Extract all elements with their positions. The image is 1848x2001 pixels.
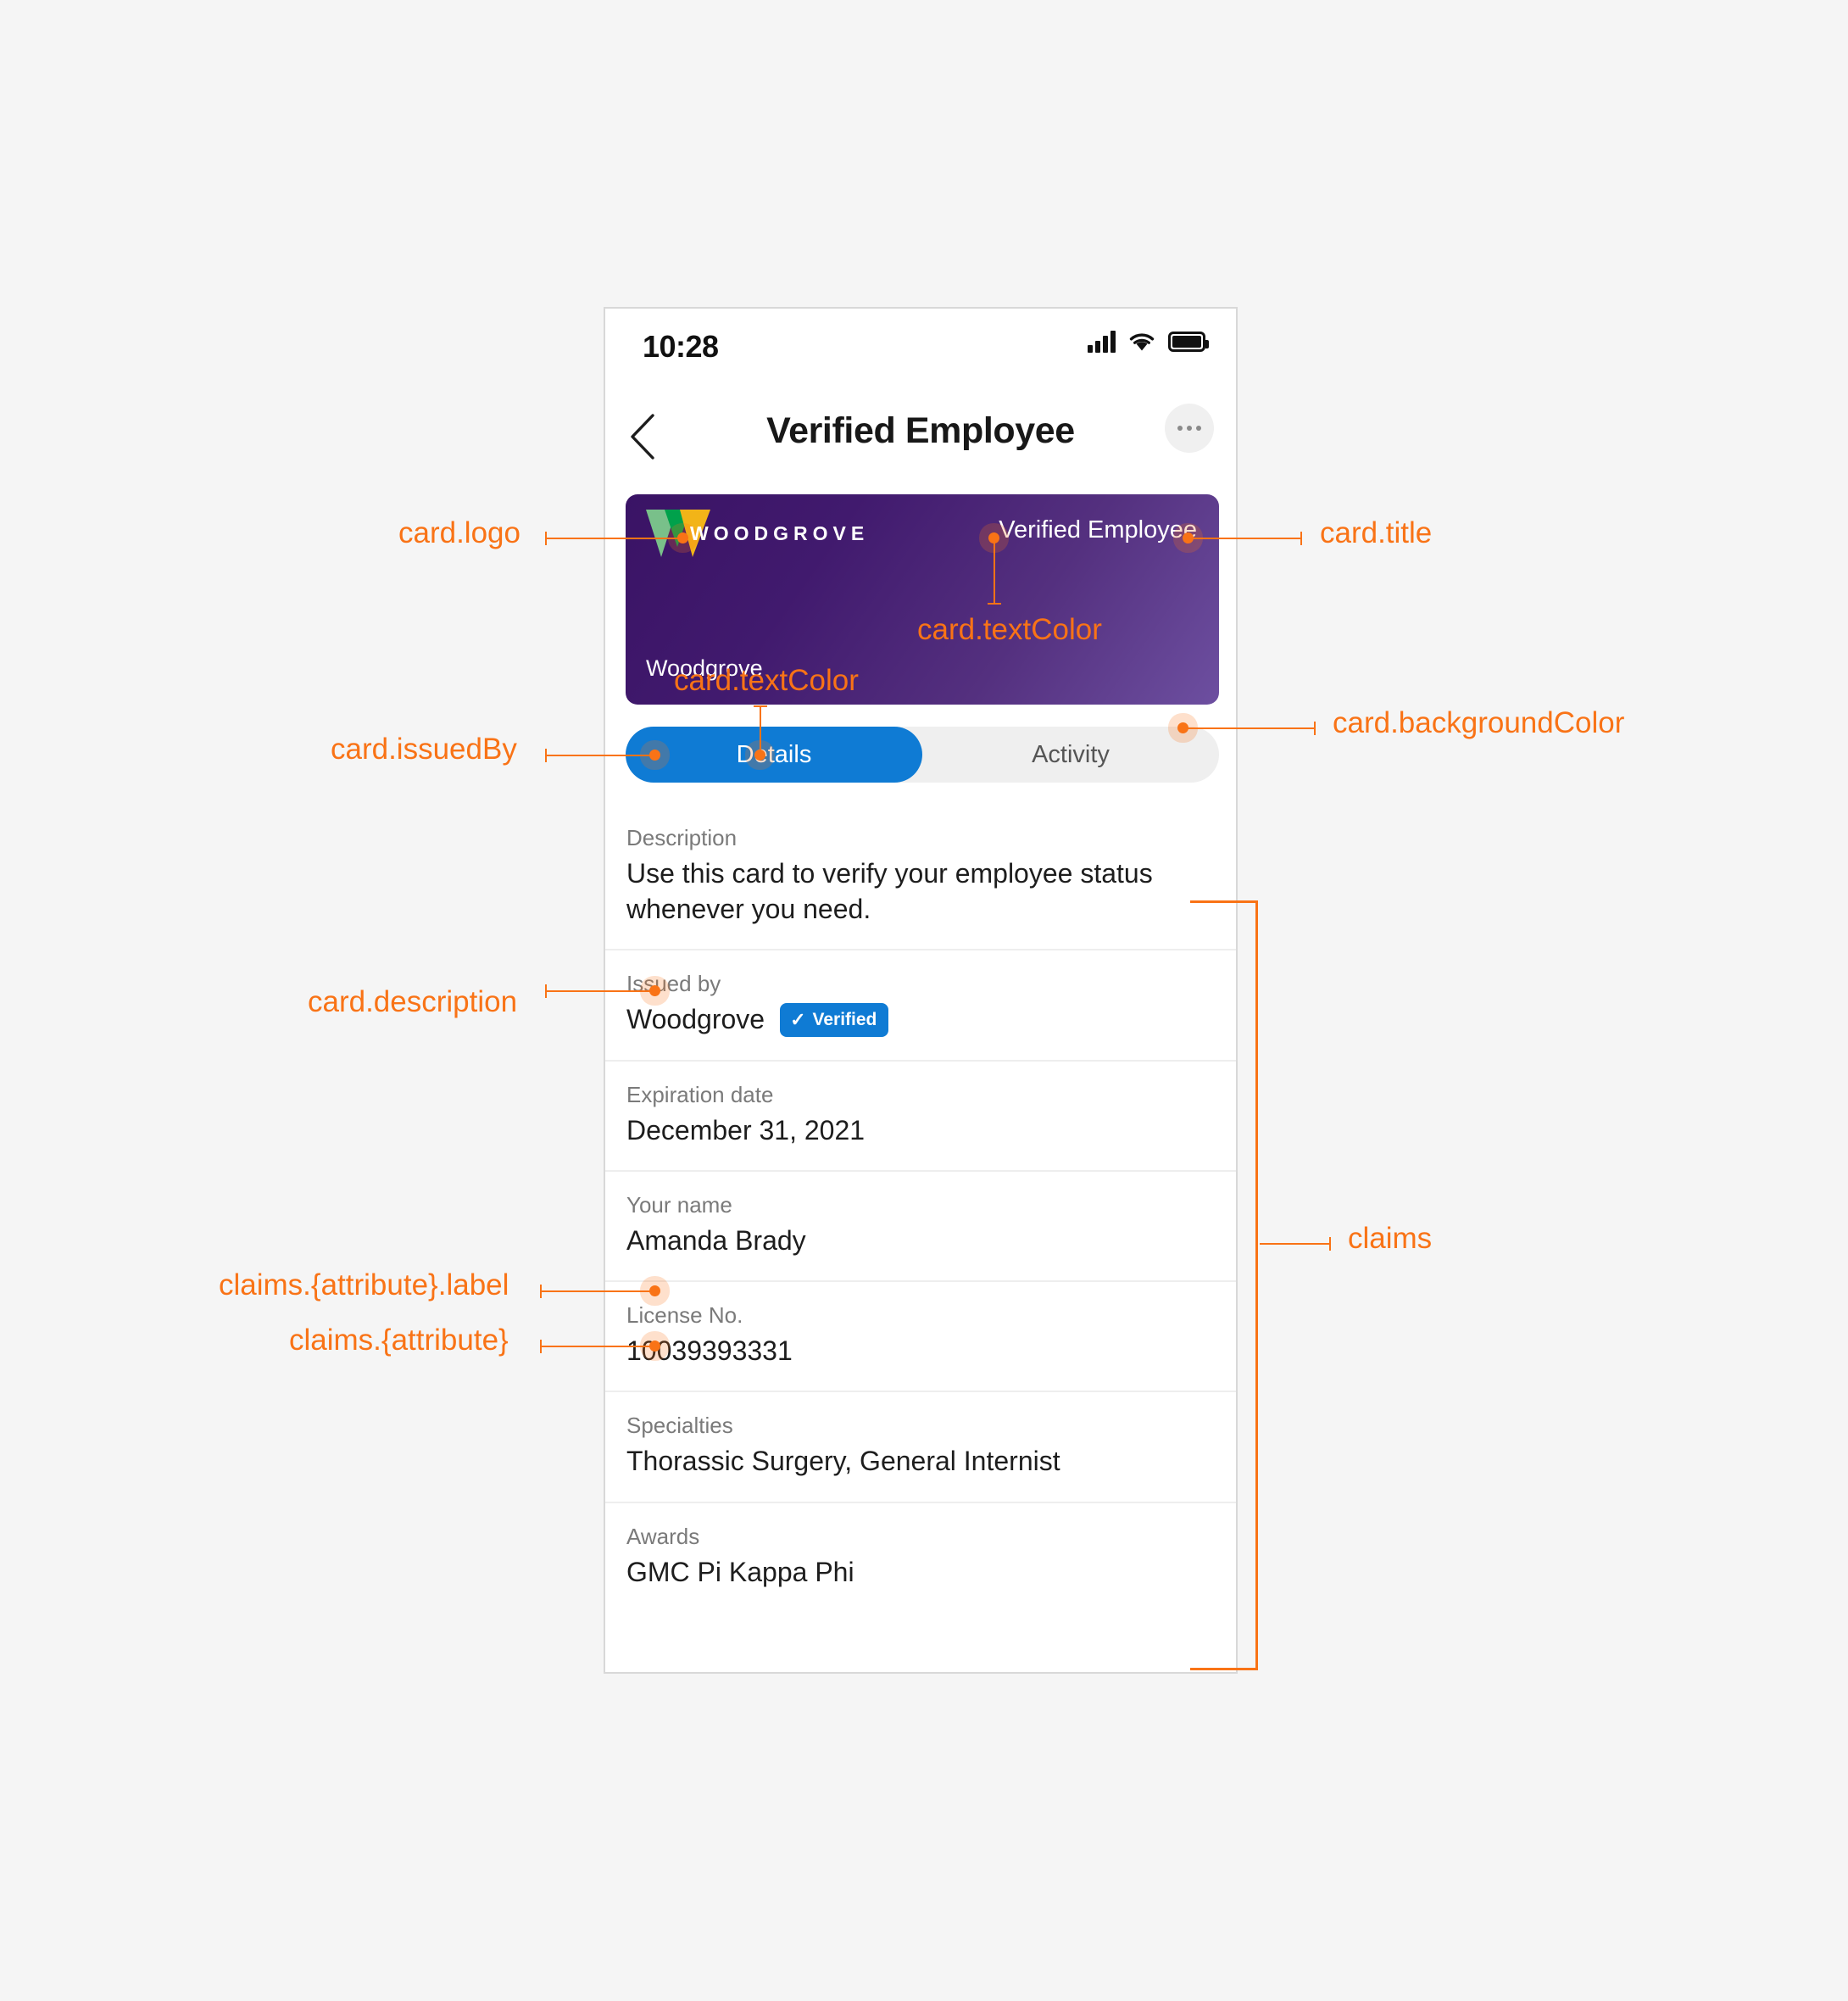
row-label: Specialties	[626, 1413, 733, 1439]
row-label: Awards	[626, 1523, 700, 1549]
annotation-dot	[649, 1341, 660, 1352]
detail-row-claim: Your name Amanda Brady	[605, 1172, 1236, 1283]
annotation-tick	[988, 603, 1001, 605]
row-label: Issued by	[626, 971, 721, 997]
annotation-card-logo: card.logo	[398, 516, 520, 549]
detail-row-issued-by: Issued by Woodgrove ✓ Verified	[605, 950, 1236, 1062]
tab-activity[interactable]: Activity	[922, 727, 1219, 783]
status-icons	[1088, 331, 1209, 353]
row-label: License No.	[626, 1302, 743, 1329]
annotation-dot	[649, 985, 660, 996]
annotation-claims-attribute: claims.{attribute}	[289, 1324, 509, 1357]
check-icon: ✓	[790, 1008, 806, 1030]
annotation-tick	[540, 1285, 542, 1298]
row-value: December 31, 2021	[626, 1114, 866, 1145]
annotation-dot	[754, 750, 765, 761]
detail-row-claim: Specialties Thorassic Surgery, General I…	[605, 1392, 1236, 1503]
row-value: Use this card to verify your employee st…	[626, 858, 1153, 925]
detail-row-claim: Awards GMC Pi Kappa Phi	[605, 1503, 1236, 1612]
annotation-card-issued-by: card.issuedBy	[331, 733, 517, 766]
more-options-icon[interactable]	[1165, 404, 1214, 453]
row-value: Woodgrove	[626, 1004, 765, 1035]
page-title: Verified Employee	[766, 410, 1075, 451]
row-label: Description	[626, 825, 738, 850]
card-logo-text: WOODGROVE	[690, 521, 870, 544]
detail-row-description: Description Use this card to verify your…	[605, 805, 1236, 951]
annotation-tick	[540, 1340, 542, 1353]
phone-frame: 10:28 Verified Employee WOODGROVE Verifi…	[604, 307, 1238, 1674]
status-badge-verified[interactable]: ✓ Verified	[780, 1002, 889, 1037]
annotation-claims: claims	[1348, 1222, 1433, 1255]
status-bar: 10:28	[605, 309, 1236, 387]
detail-row-expiration: Expiration date December 31, 2021	[605, 1062, 1236, 1172]
nav-bar: Verified Employee	[605, 387, 1236, 488]
row-value: 10039393331	[626, 1335, 793, 1367]
status-time: 10:28	[643, 329, 719, 364]
row-value: GMC Pi Kappa Phi	[626, 1556, 854, 1587]
annotation-leader-line	[546, 1290, 654, 1292]
annotation-leader-line	[994, 538, 995, 604]
annotation-tick	[545, 984, 547, 998]
annotation-leader-line	[551, 755, 654, 756]
row-value: Amanda Brady	[626, 1224, 806, 1256]
wifi-icon	[1129, 333, 1155, 351]
row-value: Thorassic Surgery, General Internist	[626, 1446, 1060, 1477]
annotation-claims-bracket	[1190, 900, 1258, 1670]
details-list: Description Use this card to verify your…	[605, 805, 1236, 1612]
annotation-tick	[545, 749, 547, 762]
annotation-tick	[1300, 532, 1302, 545]
annotation-leader-line	[1188, 538, 1300, 539]
annotation-tick	[1314, 722, 1316, 735]
row-label: Expiration date	[626, 1081, 774, 1107]
annotated-mockup-canvas: 10:28 Verified Employee WOODGROVE Verifi…	[0, 0, 1848, 2001]
annotation-leader-line	[1183, 727, 1314, 729]
detail-row-claim: License No. 10039393331	[605, 1282, 1236, 1393]
tab-bar: Details Activity	[626, 727, 1219, 783]
signal-bars-icon	[1088, 331, 1116, 353]
tab-details[interactable]: Details	[626, 727, 922, 783]
annotation-dot	[677, 532, 688, 543]
battery-full-icon	[1168, 332, 1209, 352]
annotation-card-text-color-title: card.textColor	[917, 613, 1102, 646]
annotation-card-background-color: card.backgroundColor	[1333, 706, 1625, 739]
annotation-claims-attribute-label: claims.{attribute}.label	[219, 1268, 509, 1301]
annotation-leader-line	[760, 705, 761, 754]
annotation-card-text-color-issuer: card.textColor	[674, 664, 859, 697]
annotation-leader-line	[551, 990, 654, 992]
annotation-tick	[545, 532, 547, 545]
status-badge-label: Verified	[812, 1009, 877, 1029]
annotation-card-description: card.description	[308, 985, 518, 1018]
annotation-dot	[649, 1285, 660, 1296]
annotation-tick	[1329, 1237, 1331, 1251]
card-title: Verified Employee	[999, 516, 1197, 543]
annotation-leader-line	[551, 538, 682, 539]
annotation-leader-line	[1260, 1243, 1329, 1245]
annotation-card-title: card.title	[1320, 516, 1433, 549]
row-label: Your name	[626, 1191, 732, 1218]
annotation-dot	[649, 750, 660, 761]
annotation-leader-line	[546, 1346, 654, 1347]
